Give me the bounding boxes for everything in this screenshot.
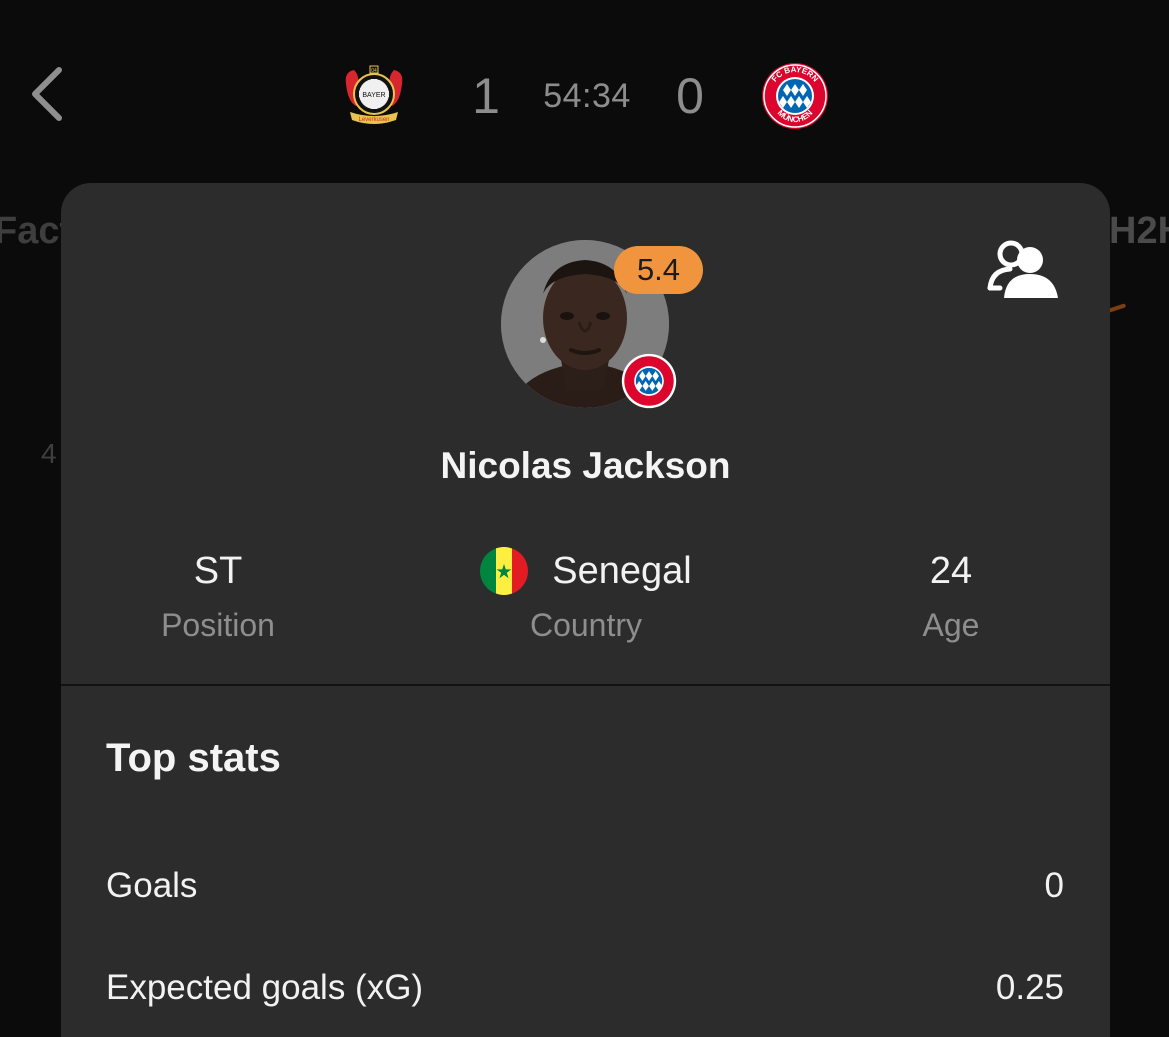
country-label: Country <box>529 607 643 643</box>
svg-text:Leverkusen: Leverkusen <box>358 117 389 123</box>
stat-value: 0.25 <box>995 968 1064 1007</box>
svg-text:04: 04 <box>371 68 377 74</box>
player-profile-button[interactable] <box>984 235 1064 305</box>
back-button[interactable] <box>22 62 72 126</box>
senegal-flag-icon <box>480 547 529 595</box>
top-stats-title: Top stats <box>106 736 281 780</box>
home-score: 1 <box>472 68 500 124</box>
leverkusen-crest-icon: BAYER 04 Leverkusen <box>345 65 403 124</box>
stat-label: Goals <box>106 866 198 905</box>
info-country: Senegal Country <box>451 547 721 645</box>
stat-value: 0 <box>1044 866 1064 905</box>
background-tab-h2h: H2H <box>1109 210 1169 252</box>
position-label: Position <box>161 607 275 643</box>
background-tab-indicator <box>1107 303 1127 313</box>
bayern-crest-icon <box>621 353 677 409</box>
match-clock: 54:34 <box>543 77 631 115</box>
player-sheet: 5.4 Nicolas Jackson ST Position Senegal … <box>61 183 1110 1037</box>
info-age: 24 Age <box>851 547 1051 645</box>
bayern-crest-icon: FC BAYERN MÜNCHEN <box>762 63 828 129</box>
chevron-left-icon <box>32 67 62 121</box>
age-label: Age <box>922 607 980 643</box>
stat-label: Expected goals (xG) <box>106 968 424 1007</box>
match-screen: BAYER 04 Leverkusen 1 54:34 0 FC BAYERN … <box>0 0 1169 1037</box>
section-divider <box>61 684 1110 686</box>
away-team-logo[interactable]: FC BAYERN MÜNCHEN <box>761 62 829 130</box>
profile-icon <box>987 240 1058 298</box>
player-club-badge <box>621 353 677 409</box>
away-score: 0 <box>676 68 704 124</box>
player-name: Nicolas Jackson <box>440 445 731 486</box>
stat-row-expected-goals: Expected goals (xG) 0.25 <box>106 968 1064 1008</box>
country-value: Senegal <box>552 550 692 592</box>
age-value: 24 <box>929 550 973 592</box>
crest-text: BAYER <box>362 92 385 99</box>
position-value: ST <box>193 550 243 592</box>
player-rating-badge: 5.4 <box>614 246 703 294</box>
info-position: ST Position <box>118 547 318 645</box>
home-team-logo[interactable]: BAYER 04 Leverkusen <box>340 62 408 130</box>
stat-row-goals: Goals 0 <box>106 866 1064 906</box>
background-number: 4 <box>41 438 57 469</box>
